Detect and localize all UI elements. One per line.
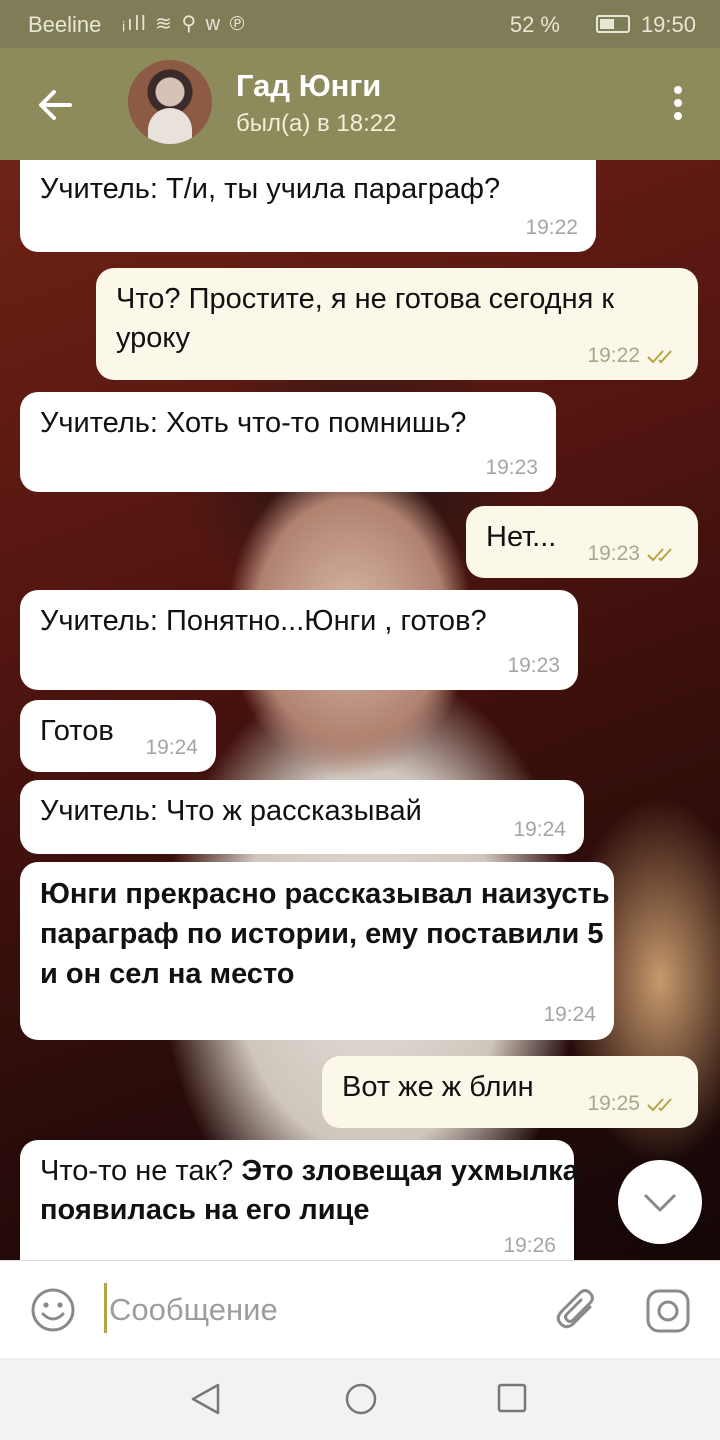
emoji-button[interactable] (30, 1287, 76, 1333)
attach-button[interactable] (554, 1285, 600, 1335)
back-arrow-icon (39, 90, 72, 120)
back-button[interactable] (28, 78, 82, 132)
nav-back-icon[interactable] (188, 1382, 224, 1416)
last-seen-status: был(а) в 18:22 (236, 110, 397, 137)
message-outgoing[interactable]: Вот же ж блин 19:25 (322, 1056, 698, 1128)
message-text-regular: Что-то не так? (40, 1155, 234, 1187)
chat-header: Гад Юнги был(а) в 18:22 (0, 48, 720, 160)
message-time: 19:23 (507, 653, 560, 677)
message-incoming[interactable]: Что-то не так? Это зловещая ухмылка появ… (20, 1140, 579, 1260)
double-check-icon (647, 548, 672, 562)
message-outgoing[interactable]: Нет... 19:23 (466, 506, 698, 578)
camera-icon (646, 1289, 690, 1333)
message-text: Юнги прекрасно рассказывал наизусть пара… (40, 878, 610, 991)
message-incoming[interactable]: Учитель: Т/и, ты учила параграф? 19:22 (20, 160, 596, 252)
system-navigation-bar (0, 1358, 720, 1440)
message-text: Учитель: Хоть что-то помнишь? (40, 407, 467, 439)
message-incoming[interactable]: Учитель: Понятно...Юнги , готов? 19:23 (20, 590, 578, 690)
message-time: 19:25 (587, 1091, 640, 1115)
message-text: Учитель: Т/и, ты учила параграф? (40, 173, 501, 205)
status-clock: 19:50 (640, 12, 696, 37)
message-incoming[interactable]: Учитель: Что ж рассказывай 19:24 (20, 780, 584, 854)
message-time: 19:24 (513, 817, 566, 841)
chat-title[interactable]: Гад Юнги (236, 68, 381, 104)
message-incoming[interactable]: Юнги прекрасно рассказывал наизусть пара… (20, 862, 614, 1040)
message-outgoing[interactable]: Что? Простите, я не готова сегодня к уро… (96, 268, 698, 380)
paperclip-icon (556, 1289, 594, 1329)
message-time: 19:22 (525, 215, 578, 239)
message-time: 19:24 (145, 735, 198, 759)
message-incoming[interactable]: Готов 19:24 (20, 700, 216, 772)
message-composer (0, 1260, 720, 1359)
message-incoming[interactable]: Учитель: Хоть что-то помнишь? 19:23 (20, 392, 556, 492)
message-text: Учитель: Что ж рассказывай (40, 795, 422, 827)
battery-percent: 52 % (509, 12, 560, 37)
message-text: Что-то не так? Это зловещая ухмылка появ… (40, 1152, 580, 1230)
camera-button[interactable] (644, 1287, 692, 1335)
battery-icon (596, 15, 630, 33)
scroll-down-button[interactable] (618, 1160, 702, 1244)
status-icons: ᵢıll ≋ ⚲ w ℗ (122, 13, 247, 35)
message-time: 19:22 (587, 343, 640, 367)
carrier-name: Beeline (28, 12, 102, 37)
message-time: 19:23 (587, 541, 640, 565)
emoji-icon (31, 1288, 75, 1332)
double-check-icon (647, 350, 672, 364)
message-time: 19:26 (503, 1233, 556, 1257)
status-bar: Beeline ᵢıll ≋ ⚲ w ℗ 52 % 19:50 (0, 0, 720, 48)
message-text: Учитель: Понятно...Юнги , готов? (40, 605, 487, 637)
nav-home-icon[interactable] (344, 1382, 378, 1416)
double-check-icon (647, 1098, 672, 1112)
more-vertical-icon[interactable] (672, 86, 684, 126)
chevron-down-icon (644, 1194, 676, 1212)
avatar[interactable] (128, 60, 212, 144)
message-time: 19:23 (485, 455, 538, 479)
message-time: 19:24 (543, 1003, 596, 1027)
chat-area[interactable]: Учитель: Т/и, ты учила параграф? 19:22 Ч… (0, 160, 720, 1260)
nav-recent-icon[interactable] (496, 1382, 528, 1414)
message-input[interactable] (107, 1279, 541, 1341)
